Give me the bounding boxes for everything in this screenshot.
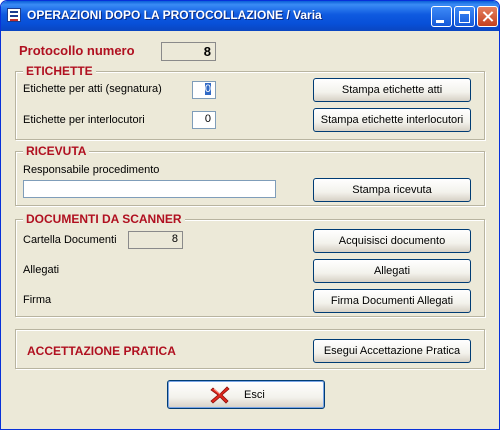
cartella-documenti-label: Cartella Documenti [23,234,117,246]
esci-label: Esci [244,389,265,401]
red-x-icon [210,386,230,404]
etichette-interlocutori-input[interactable]: 0 [192,111,216,129]
firma-label: Firma [23,294,52,306]
etichette-atti-label: Etichette per atti (segnatura) [23,83,162,95]
stampa-etichette-atti-button[interactable]: Stampa etichette atti [313,78,471,102]
responsabile-input[interactable] [23,180,276,198]
etichette-atti-input[interactable]: 0 [192,81,216,99]
responsabile-label: Responsabile procedimento [23,164,160,176]
dialog-window: OPERAZIONI DOPO LA PROTOCOLLAZIONE / Var… [0,0,500,430]
accettazione-heading: ACCETTAZIONE PRATICA [27,344,176,358]
stampa-etichette-interlocutori-button[interactable]: Stampa etichette interlocutori [313,108,471,132]
protocollo-number-field: 8 [161,42,216,61]
window-title: OPERAZIONI DOPO LA PROTOCOLLAZIONE / Var… [27,8,322,22]
maximize-button[interactable] [454,6,475,27]
firma-documenti-allegati-button[interactable]: Firma Documenti Allegati [313,289,471,313]
esegui-accettazione-pratica-button[interactable]: Esegui Accettazione Pratica [313,339,471,363]
cartella-documenti-field: 8 [128,231,183,249]
etichette-interlocutori-label: Etichette per interlocutori [23,114,145,126]
stampa-ricevuta-button[interactable]: Stampa ricevuta [313,178,471,202]
title-bar[interactable]: OPERAZIONI DOPO LA PROTOCOLLAZIONE / Var… [1,1,499,31]
esci-button[interactable]: Esci [167,380,325,409]
minimize-button[interactable] [431,6,452,27]
protocollo-label: Protocollo numero [19,43,135,58]
ricevuta-heading: RICEVUTA [23,144,90,158]
etichette-heading: ETICHETTE [23,64,96,78]
acquisisci-documento-button[interactable]: Acquisisci documento [313,229,471,253]
allegati-button[interactable]: Allegati [313,259,471,283]
close-button[interactable] [477,6,498,27]
form-icon [7,8,21,22]
documenti-heading: DOCUMENTI DA SCANNER [23,212,185,226]
allegati-label: Allegati [23,264,60,276]
